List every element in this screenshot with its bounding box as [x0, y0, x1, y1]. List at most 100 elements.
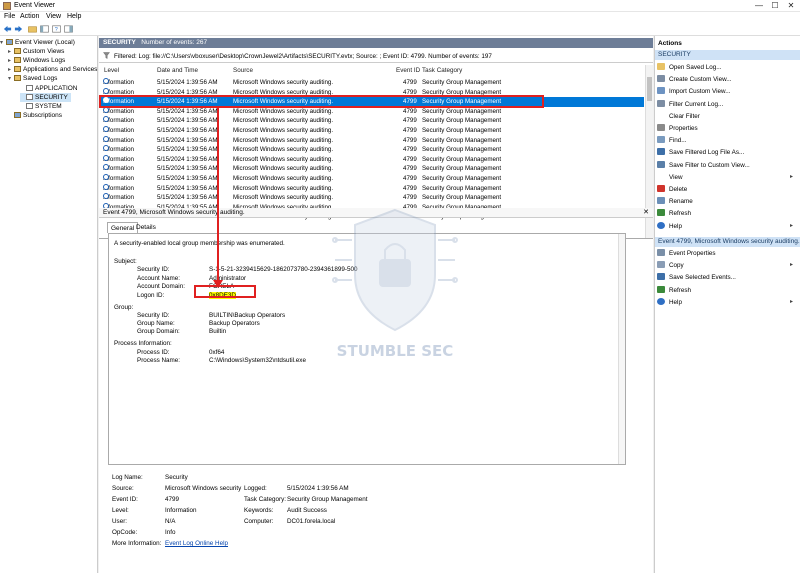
event-row[interactable]: Information 5/15/2024 1:39:56 AM Microsoft…	[99, 135, 644, 146]
show-action-pane-icon[interactable]	[64, 25, 73, 33]
log-name: SECURITY	[103, 39, 136, 46]
close-button[interactable]: ✕	[784, 1, 798, 10]
submenu-arrow-icon: ▸	[789, 173, 793, 180]
folder-up-icon[interactable]	[28, 25, 37, 33]
refresh-icon	[657, 285, 665, 293]
show-hide-tree-icon[interactable]	[40, 25, 49, 33]
action-refresh[interactable]: Refresh	[657, 208, 799, 219]
event-row[interactable]: Information 5/15/2024 1:39:56 AM Microsoft…	[99, 145, 644, 155]
event-row[interactable]: Information 5/15/2024 1:39:56 AM Microsoft…	[99, 126, 644, 136]
tree-item-security[interactable]: SECURITY	[20, 93, 71, 102]
prop-opcode: Info	[165, 529, 176, 536]
process-value: 0xf64	[209, 349, 225, 356]
column-level[interactable]: Level	[104, 67, 119, 74]
tree-item-label: Event Viewer (Local)	[15, 39, 75, 46]
tree-item-applications-and-services-lo[interactable]: ▸Applications and Services Lo	[8, 65, 97, 74]
row-date: 5/15/2024 1:39:56 AM	[157, 155, 218, 163]
tree-item-subscriptions[interactable]: Subscriptions	[8, 111, 62, 120]
tree-item-label: SECURITY	[35, 94, 68, 101]
tree-item-event-viewer-local[interactable]: ▾ Event Viewer (Local)	[0, 38, 75, 47]
menu-view[interactable]: View	[46, 13, 61, 20]
rename-icon	[657, 197, 665, 205]
row-level-cell: Information	[103, 183, 134, 194]
row-id: 4799	[403, 146, 417, 154]
action-save-selected-events[interactable]: Save Selected Events...	[657, 272, 799, 283]
action-help[interactable]: Help ▸	[657, 221, 799, 232]
action-properties[interactable]: Properties	[657, 123, 799, 134]
row-task: Security Group Management	[422, 136, 502, 144]
action-label: Rename	[669, 198, 693, 206]
group-value: Builtin	[209, 328, 227, 335]
tree-item-application[interactable]: APPLICATION	[20, 84, 78, 93]
maximize-button[interactable]: ☐	[768, 1, 782, 10]
column-date[interactable]: Date and Time	[157, 67, 198, 74]
close-detail-icon[interactable]: ✕	[643, 208, 649, 216]
row-id: 4799	[403, 79, 417, 86]
action-save-filtered-log-file-as[interactable]: Save Filtered Log File As...	[657, 147, 799, 158]
event-log-online-help-link[interactable]: Event Log Online Help	[165, 540, 228, 547]
action-rename[interactable]: Rename	[657, 196, 799, 207]
subject-key: Security ID:	[137, 266, 170, 273]
column-event-id[interactable]: Event ID	[396, 67, 420, 74]
event-row[interactable]: Information 5/15/2024 1:39:56 AM Microsoft…	[99, 154, 644, 165]
row-level-cell: Information	[103, 145, 134, 155]
help-icon[interactable]: ?	[52, 25, 61, 33]
action-delete[interactable]: Delete	[657, 184, 799, 195]
menu-file[interactable]: File	[4, 13, 15, 20]
scrollbar-thumb[interactable]	[647, 77, 652, 101]
event-count: Number of events: 267	[141, 39, 208, 46]
event-row[interactable]: Information 5/15/2024 1:39:56 AM Microsoft…	[99, 164, 644, 174]
action-refresh[interactable]: Refresh	[657, 285, 799, 296]
tab-details[interactable]: Details	[133, 222, 159, 233]
copy-icon	[657, 261, 665, 269]
prop-event-id-label: Event ID:	[112, 496, 138, 503]
column-source[interactable]: Source	[233, 67, 253, 74]
back-arrow-icon[interactable]	[3, 25, 12, 33]
window-title: Event Viewer	[14, 2, 56, 9]
row-level-cell: Information	[103, 135, 134, 146]
action-view[interactable]: View ▸	[657, 172, 799, 183]
forward-arrow-icon[interactable]	[14, 25, 23, 33]
actions-section-security[interactable]: SECURITY	[655, 50, 800, 60]
refresh-icon	[657, 209, 665, 217]
actions-section-event[interactable]: Event 4799, Microsoft Windows security a…	[655, 237, 800, 247]
tree-item-saved-logs[interactable]: ▾ Saved Logs	[8, 74, 57, 83]
menu-action[interactable]: Action	[20, 13, 39, 20]
tree-item-label: Subscriptions	[23, 112, 63, 119]
event-row[interactable]: Information 5/15/2024 1:39:56 AM Microsoft…	[99, 174, 644, 184]
action-help[interactable]: Help ▸	[657, 297, 799, 308]
prop-computer-label: Computer:	[244, 518, 274, 525]
submenu-arrow-icon: ▸	[789, 222, 793, 229]
highlight-logon-id	[194, 285, 256, 298]
menu-help[interactable]: Help	[67, 13, 81, 20]
detail-scrollbar[interactable]	[618, 234, 625, 464]
row-source: Microsoft Windows security auditing.	[233, 155, 334, 163]
action-filter-current-log[interactable]: Filter Current Log...	[657, 99, 799, 110]
action-clear-filter[interactable]: Clear Filter	[657, 111, 799, 122]
action-event-properties[interactable]: Event Properties	[657, 248, 799, 259]
row-date: 5/15/2024 1:39:56 AM	[157, 175, 218, 182]
minimize-button[interactable]: —	[752, 1, 766, 10]
event-row[interactable]: Information 5/15/2024 1:39:56 AM Microsoft…	[99, 106, 644, 117]
filter-icon	[657, 75, 665, 83]
action-open-saved-log[interactable]: Open Saved Log...	[657, 62, 799, 73]
action-create-custom-view[interactable]: Create Custom View...	[657, 74, 799, 85]
log-icon	[26, 85, 33, 91]
group-value: Backup Operators	[209, 320, 260, 327]
tree-item-system[interactable]: SYSTEM	[20, 102, 62, 111]
event-row[interactable]: Information 5/15/2024 1:39:56 AM Microsoft…	[99, 116, 644, 126]
action-save-filter-to-custom-view[interactable]: Save Filter to Custom View...	[657, 160, 799, 171]
action-label: Filter Current Log...	[669, 100, 724, 108]
action-copy[interactable]: Copy ▸	[657, 260, 799, 271]
column-task-category[interactable]: Task Category	[422, 67, 462, 74]
action-find[interactable]: Find...	[657, 135, 799, 146]
title-bar: Event Viewer — ☐ ✕	[0, 0, 800, 12]
tree-item-windows-logs[interactable]: ▸ Windows Logs	[8, 56, 65, 65]
tree-item-custom-views[interactable]: ▸ Custom Views	[8, 47, 64, 56]
row-level-cell: Information	[103, 116, 134, 126]
tree-item-label: SYSTEM	[35, 103, 62, 110]
event-row[interactable]: Information 5/15/2024 1:39:56 AM Microsoft…	[99, 78, 644, 88]
row-date: 5/15/2024 1:39:56 AM	[157, 107, 218, 115]
action-import-custom-view[interactable]: Import Custom View...	[657, 86, 799, 97]
log-icon	[26, 94, 33, 100]
